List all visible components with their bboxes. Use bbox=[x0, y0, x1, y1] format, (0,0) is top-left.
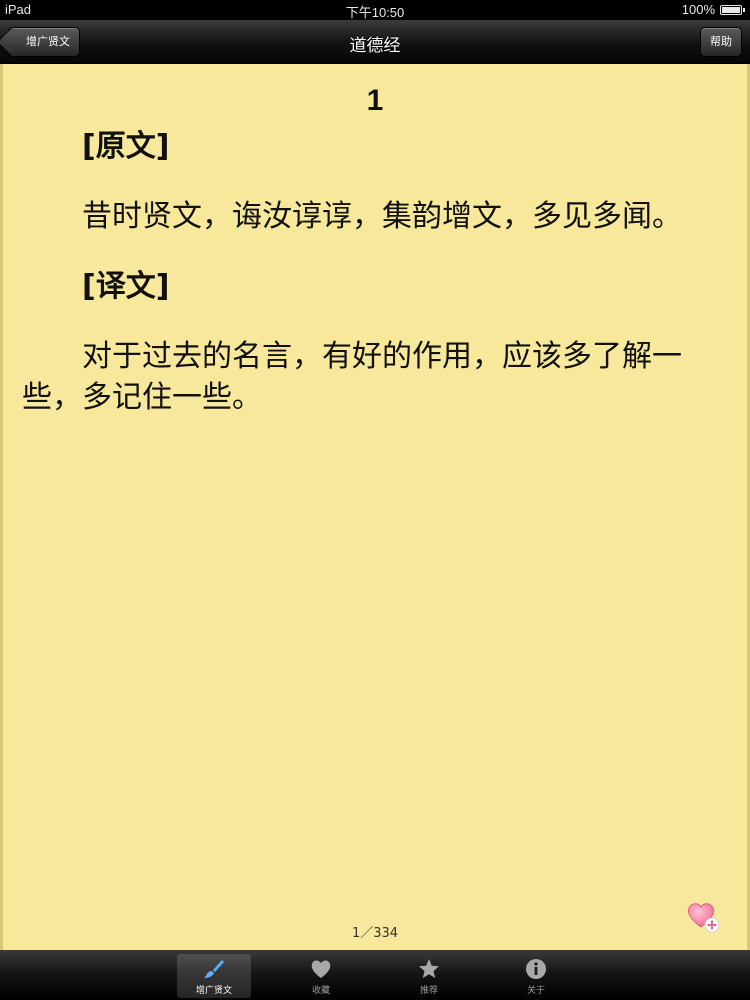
tab-recommended[interactable]: 推荐 bbox=[392, 954, 466, 998]
translation-text: 对于过去的名言，有好的作用，应该多了解一些，多记住一些。 bbox=[22, 339, 682, 415]
help-button[interactable]: 帮助 bbox=[700, 27, 742, 57]
battery-percentage: 100% bbox=[681, 2, 715, 17]
add-favorite-button[interactable] bbox=[686, 899, 720, 933]
battery-icon bbox=[720, 5, 745, 15]
chapter-text: [原文] 昔时贤文，诲汝谆谆，集韵增文，多见多闻。 [译文] 对于过去的名言，有… bbox=[22, 126, 712, 447]
chapter-number: 1 bbox=[366, 84, 384, 117]
tab-label: 增广贤文 bbox=[195, 986, 232, 996]
status-bar: iPad 下午10:50 100% bbox=[0, 0, 750, 20]
navigation-bar: 增广贤文 道德经 帮助 bbox=[0, 20, 750, 64]
star-icon bbox=[419, 959, 439, 978]
app-screen: iPad 下午10:50 100% 增广贤文 道德经 帮助 1 [原文] 昔时贤… bbox=[0, 0, 750, 1000]
tab-label: 收藏 bbox=[311, 986, 330, 996]
original-heading: [原文] bbox=[82, 129, 170, 164]
tab-label: 推荐 bbox=[419, 986, 438, 996]
heart-plus-icon bbox=[688, 903, 720, 933]
original-text: 昔时贤文，诲汝谆谆，集韵增文，多见多闻。 bbox=[82, 199, 682, 234]
heart-icon bbox=[311, 960, 331, 978]
tab-label: 关于 bbox=[526, 986, 545, 996]
tab-about[interactable]: 关于 bbox=[499, 954, 573, 998]
translation-heading: [译文] bbox=[82, 269, 170, 304]
page-title: 道德经 bbox=[349, 36, 401, 56]
reading-page[interactable]: 1 [原文] 昔时贤文，诲汝谆谆，集韵增文，多见多闻。 [译文] 对于过去的名言… bbox=[0, 64, 750, 950]
brush-icon bbox=[204, 960, 224, 978]
info-icon bbox=[526, 959, 546, 979]
status-time: 下午10:50 bbox=[345, 5, 405, 20]
tab-bar: 增广贤文 收藏 推荐 关于 bbox=[0, 950, 750, 1000]
page-indicator: 1／334 bbox=[351, 926, 399, 941]
tab-zengguang-xianwen[interactable]: 增广贤文 bbox=[177, 954, 251, 998]
tab-favorites[interactable]: 收藏 bbox=[284, 954, 358, 998]
